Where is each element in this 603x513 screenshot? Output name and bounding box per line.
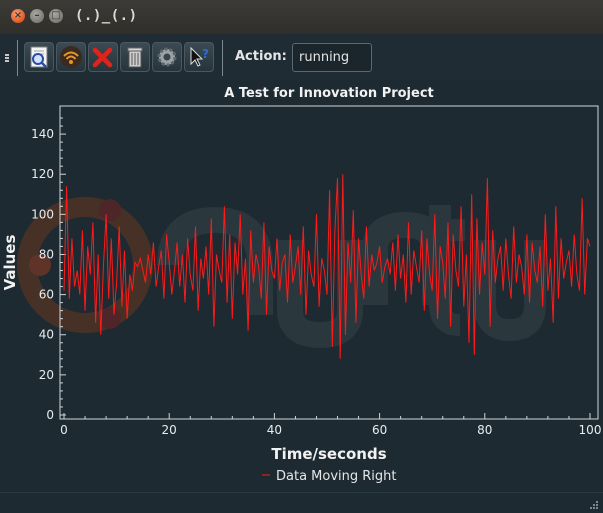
stop-button[interactable] xyxy=(88,42,118,72)
red-x-icon xyxy=(92,47,113,68)
x-tick-label: 60 xyxy=(372,423,387,437)
y-tick-label: 60 xyxy=(39,288,54,302)
chart-title: A Test for Innovation Project xyxy=(224,86,434,101)
wifi-signal-button[interactable] xyxy=(56,42,86,72)
app-window: × – □ (.)_(.) ? Action: running 0 20 40 … xyxy=(0,0,603,513)
maximize-window-button[interactable]: □ xyxy=(49,9,63,23)
x-tick-label: 40 xyxy=(267,423,282,437)
x-tick-label: 0 xyxy=(60,423,68,437)
svg-text:?: ? xyxy=(202,47,209,61)
y-tick-label: 140 xyxy=(31,127,54,141)
zoom-document-icon xyxy=(30,46,48,68)
x-tick-label: 100 xyxy=(579,423,602,437)
plot-area: 0 20 40 60 80 100 120 140 0 20 40 60 80 100 A Test for… xyxy=(0,80,603,492)
minimize-window-button[interactable]: – xyxy=(30,9,44,23)
y-tick-label: 0 xyxy=(46,408,54,422)
toolbar-grip-handle[interactable] xyxy=(5,54,9,62)
title-bar: × – □ (.)_(.) xyxy=(0,0,603,34)
settings-button[interactable] xyxy=(152,42,182,72)
toolbar-separator xyxy=(17,40,18,76)
legend-entry: Data Moving Right xyxy=(276,469,397,484)
trash-can-icon xyxy=(127,47,143,68)
y-tick-label: 120 xyxy=(31,167,54,181)
resize-grip-icon[interactable] xyxy=(589,500,599,510)
clear-button[interactable] xyxy=(120,42,150,72)
window-title: (.)_(.) xyxy=(75,8,138,24)
x-tick-label: 80 xyxy=(477,423,492,437)
wifi-signal-icon xyxy=(60,46,82,68)
gear-icon xyxy=(157,47,177,67)
action-field[interactable] xyxy=(292,43,372,72)
toolbar-separator xyxy=(222,40,223,76)
status-bar xyxy=(0,492,603,513)
action-label: Action: xyxy=(235,49,287,64)
close-window-button[interactable]: × xyxy=(11,9,25,23)
line-chart: 0 20 40 60 80 100 120 140 0 20 40 60 80 100 A Test for… xyxy=(0,80,603,492)
x-axis-label: Time/seconds xyxy=(271,445,386,463)
y-axis-label: Values xyxy=(1,235,19,291)
whats-this-help-icon: ? xyxy=(190,46,209,67)
y-tick-label: 20 xyxy=(39,368,54,382)
zoom-document-button[interactable] xyxy=(24,42,54,72)
y-tick-label: 40 xyxy=(39,328,54,342)
whats-this-button[interactable]: ? xyxy=(184,42,214,72)
y-tick-label: 100 xyxy=(31,207,54,221)
y-tick-label: 80 xyxy=(39,247,54,261)
x-tick-label: 20 xyxy=(162,423,177,437)
